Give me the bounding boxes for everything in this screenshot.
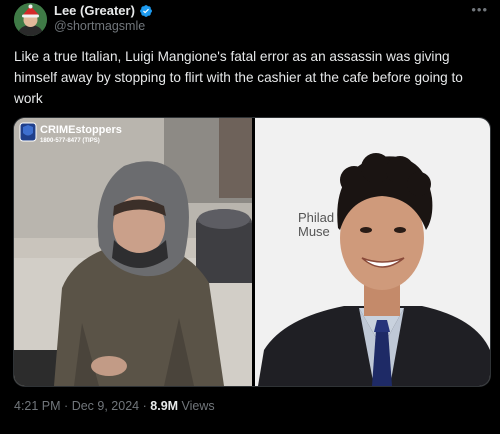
meta-separator: ·	[64, 399, 69, 413]
author-name[interactable]: Lee (Greater)	[54, 3, 153, 18]
author-handle[interactable]: @shortmagsmle	[54, 19, 145, 33]
crime-stoppers-brand: CRIMEstoppers	[40, 124, 122, 136]
views-count[interactable]: 8.9M	[150, 399, 178, 413]
backdrop-text-1: Philad	[298, 210, 334, 225]
more-horizontal-icon[interactable]: •••	[471, 2, 488, 17]
tweet-time[interactable]: 4:21 PM	[14, 399, 61, 413]
portrait-photo[interactable]: Philad Muse	[255, 118, 490, 386]
verified-badge-icon	[140, 4, 152, 17]
crime-stoppers-watermark	[19, 122, 37, 142]
tweet-text: Like a true Italian, Luigi Mangione's fa…	[14, 49, 463, 106]
tweet: Lee (Greater) @shortmagsmle ••• Like a t…	[0, 0, 500, 434]
meta-separator-2: ·	[142, 399, 147, 413]
crime-stoppers-phone: 1800-577-8477 (TIPS)	[40, 138, 100, 144]
tweet-date[interactable]: Dec 9, 2024	[72, 399, 139, 413]
views-label: Views	[181, 399, 215, 413]
surveillance-photo[interactable]: CRIMEstoppers 1800-577-8477 (TIPS)	[14, 118, 252, 386]
tweet-meta: 4:21 PM · Dec 9, 2024 · 8.9M Views	[14, 399, 215, 413]
author-avatar[interactable]	[14, 3, 47, 36]
author-name-text[interactable]: Lee (Greater)	[54, 3, 135, 18]
media-container[interactable]: CRIMEstoppers 1800-577-8477 (TIPS) Phila…	[13, 117, 491, 387]
backdrop-text-2: Muse	[298, 224, 330, 239]
